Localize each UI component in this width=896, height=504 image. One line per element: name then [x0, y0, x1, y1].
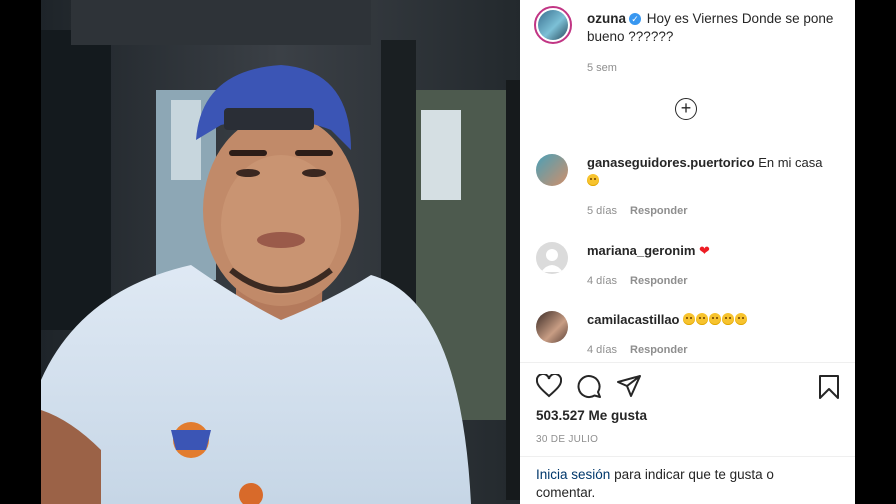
divider: [520, 362, 855, 363]
comment-username[interactable]: ganaseguidores.puertorico: [587, 155, 755, 170]
heart-emoji-icon: ❤: [699, 243, 710, 258]
comment-meta: 4 días Responder: [587, 344, 698, 356]
author-username[interactable]: ozuna: [587, 11, 626, 26]
login-prompt: Inicia sesión para indicar que te gusta …: [536, 466, 836, 502]
bookmark-icon[interactable]: [818, 374, 840, 400]
comment-body: mariana_geronim ❤: [587, 242, 837, 260]
load-more-comments-icon[interactable]: +: [675, 98, 697, 120]
post-panel: ozuna ✓ Hoy es Viernes Donde se pone buen…: [520, 0, 855, 504]
author-avatar[interactable]: [534, 6, 572, 44]
post-date: 30 DE JULIO: [536, 434, 599, 445]
comment-text: En mi casa: [758, 155, 823, 170]
post-time: 5 sem: [587, 62, 617, 74]
comment-body: ganaseguidores.puertorico En mi casa: [587, 154, 837, 190]
comment-time: 5 días: [587, 205, 617, 217]
smile-emoji-icon: [735, 313, 748, 325]
post-caption: ozuna ✓ Hoy es Viernes Donde se pone buen…: [587, 10, 837, 46]
divider: [520, 456, 855, 457]
commenter-avatar[interactable]: [536, 242, 568, 274]
smile-emoji-icon: [587, 174, 599, 186]
reply-button[interactable]: Responder: [630, 205, 687, 217]
commenter-avatar[interactable]: [536, 154, 568, 186]
commenter-avatar[interactable]: [536, 311, 568, 343]
comment-meta: 5 días Responder: [587, 205, 698, 217]
like-count[interactable]: 503.527 Me gusta: [536, 408, 647, 423]
login-link[interactable]: Inicia sesión: [536, 467, 610, 482]
smile-emoji-icon: [683, 313, 696, 325]
comment-time: 4 días: [587, 275, 617, 287]
smile-emoji-icon: [709, 313, 722, 325]
comment-username[interactable]: mariana_geronim: [587, 243, 695, 258]
smile-emoji-icon: [722, 313, 735, 325]
comment-meta: 4 días Responder: [587, 275, 698, 287]
smile-emoji-icon: [696, 313, 709, 325]
action-bar: [536, 374, 841, 402]
comment-icon[interactable]: [576, 374, 602, 400]
share-icon[interactable]: [616, 374, 642, 398]
comment-time: 4 días: [587, 344, 617, 356]
comment-body: camilacastillao: [587, 311, 837, 329]
post-photo: [41, 0, 520, 504]
comment-username[interactable]: camilacastillao: [587, 312, 680, 327]
heart-icon[interactable]: [536, 374, 562, 398]
reply-button[interactable]: Responder: [630, 344, 687, 356]
reply-button[interactable]: Responder: [630, 275, 687, 287]
verified-icon: ✓: [629, 13, 641, 25]
